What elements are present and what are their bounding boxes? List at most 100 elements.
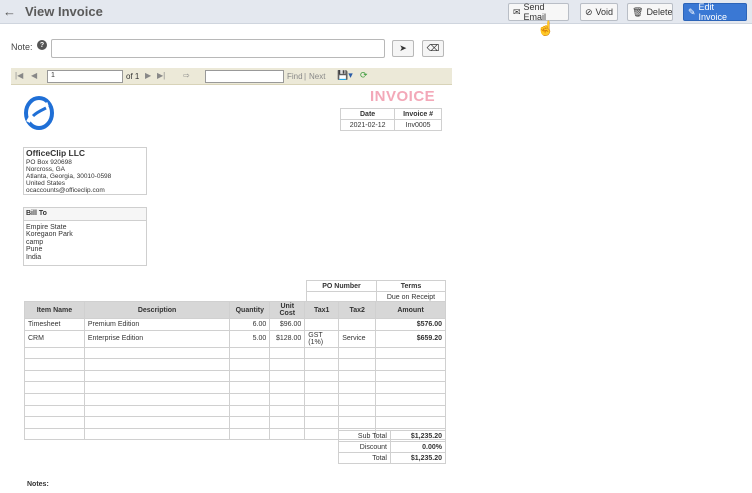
table-cell bbox=[269, 427, 306, 441]
page-number-input[interactable]: 1 bbox=[47, 70, 123, 83]
bill-to-line: Empire State bbox=[26, 223, 67, 231]
invoice-number: Inv0005 bbox=[394, 119, 442, 131]
note-input[interactable] bbox=[51, 39, 385, 58]
table-cell bbox=[269, 381, 306, 394]
last-page-icon[interactable]: ▶| bbox=[157, 71, 165, 80]
clear-note-button[interactable]: ⌫ bbox=[422, 40, 444, 57]
refresh-arrow-icon[interactable]: ⇨ bbox=[183, 71, 190, 80]
table-cell: Enterprise Edition bbox=[83, 329, 231, 348]
bill-to-box: Bill To Empire State Koregaon Park camp … bbox=[23, 207, 147, 266]
pencil-icon: ✎ bbox=[688, 6, 696, 17]
terms-label: Terms bbox=[376, 280, 446, 292]
total-label: Total bbox=[338, 452, 391, 464]
company-address-box: OfficeClip LLC PO Box 920698 Norcross, G… bbox=[23, 147, 147, 195]
block-icon: ⊘ bbox=[585, 6, 593, 17]
subtotal-label: Sub Total bbox=[338, 430, 391, 442]
company-line: ocaccounts@officeclip.com bbox=[26, 187, 105, 194]
table-cell bbox=[229, 416, 271, 429]
table-cell bbox=[304, 427, 340, 441]
table-cell bbox=[304, 381, 340, 394]
col-unit-cost: Unit Cost bbox=[269, 301, 306, 319]
table-cell bbox=[338, 346, 377, 360]
table-cell bbox=[304, 318, 340, 331]
table-cell bbox=[304, 392, 340, 406]
send-note-button[interactable]: ➤ bbox=[392, 40, 414, 57]
date-label: Date bbox=[339, 108, 396, 120]
table-cell bbox=[375, 346, 446, 360]
next-page-icon[interactable]: ▶ bbox=[145, 71, 151, 80]
table-cell bbox=[304, 416, 340, 429]
table-cell bbox=[269, 416, 306, 429]
first-page-icon[interactable]: |◀ bbox=[15, 71, 23, 80]
table-cell bbox=[375, 358, 446, 371]
back-arrow-icon[interactable]: ← bbox=[3, 4, 16, 19]
table-row-empty bbox=[24, 358, 446, 371]
total-value: $1,235.20 bbox=[389, 452, 447, 464]
table-cell bbox=[375, 381, 446, 394]
col-tax1: Tax1 bbox=[304, 301, 340, 319]
table-cell: Timesheet bbox=[24, 318, 85, 331]
table-cell bbox=[269, 369, 306, 383]
invoice-number-label: Invoice # bbox=[394, 108, 442, 120]
table-cell bbox=[229, 404, 271, 418]
table-cell bbox=[229, 358, 271, 371]
invoice-heading: INVOICE bbox=[370, 88, 436, 105]
table-cell bbox=[338, 392, 377, 406]
find-input[interactable] bbox=[205, 70, 284, 83]
prev-page-icon[interactable]: ◀ bbox=[31, 71, 37, 80]
company-name: OfficeClip LLC bbox=[26, 148, 86, 158]
invoice-date: 2021-02-12 bbox=[339, 119, 396, 131]
export-icon[interactable]: 💾▾ bbox=[337, 70, 353, 81]
next-link[interactable]: Next bbox=[309, 72, 325, 81]
table-cell bbox=[24, 358, 85, 371]
table-cell bbox=[375, 404, 446, 418]
toolbar-separator: | bbox=[304, 72, 307, 81]
table-cell bbox=[338, 416, 377, 429]
line-items-table: Item Name Description Quantity Unit Cost… bbox=[24, 301, 446, 441]
bill-to-label: Bill To bbox=[24, 208, 146, 221]
find-link[interactable]: Find bbox=[287, 72, 303, 81]
table-cell: CRM bbox=[24, 329, 85, 348]
delete-button[interactable]: 🗑 Delete bbox=[627, 3, 673, 21]
trash-icon: 🗑 bbox=[632, 6, 644, 17]
bill-to-line: Pune bbox=[26, 246, 43, 253]
bill-to-line: camp bbox=[26, 238, 44, 246]
table-row-empty bbox=[24, 392, 446, 406]
table-cell: Service bbox=[338, 329, 377, 348]
table-cell: GST (1%) bbox=[304, 329, 340, 348]
help-icon[interactable]: ? bbox=[37, 40, 47, 50]
table-cell bbox=[304, 404, 340, 418]
table-cell bbox=[24, 346, 85, 360]
table-cell bbox=[229, 369, 271, 383]
table-cell bbox=[24, 404, 85, 418]
table-row-empty bbox=[24, 416, 446, 429]
table-cell: 6.00 bbox=[229, 318, 271, 331]
table-cell bbox=[304, 358, 340, 371]
page-count: of 1 bbox=[126, 72, 140, 81]
refresh-icon[interactable]: ⟳ bbox=[360, 70, 368, 81]
table-cell bbox=[24, 416, 85, 429]
table-cell bbox=[83, 416, 231, 429]
company-line: United States bbox=[26, 180, 66, 187]
invoice-date-table: Date Invoice # 2021-02-12 Inv0005 bbox=[339, 108, 442, 131]
table-cell bbox=[269, 392, 306, 406]
send-icon: ➤ bbox=[399, 43, 407, 53]
discount-label: Discount bbox=[338, 441, 391, 453]
table-cell: $659.20 bbox=[375, 329, 446, 348]
col-description: Description bbox=[83, 301, 231, 319]
table-cell bbox=[338, 358, 377, 371]
edit-invoice-button[interactable]: ✎ Edit Invoice bbox=[683, 2, 747, 22]
note-label: Note: bbox=[11, 42, 33, 52]
table-cell bbox=[375, 416, 446, 429]
subtotal-value: $1,235.20 bbox=[389, 430, 447, 442]
notes-label: Notes: bbox=[27, 481, 49, 488]
col-item-name: Item Name bbox=[24, 301, 85, 319]
send-email-button[interactable]: ✉ Send Email bbox=[508, 2, 569, 22]
totals-table: Sub Total $1,235.20 Discount 0.00% Total… bbox=[338, 430, 447, 464]
table-cell: $576.00 bbox=[375, 318, 446, 331]
table-cell bbox=[229, 427, 271, 441]
table-cell bbox=[304, 369, 340, 383]
void-button[interactable]: ⊘ Void bbox=[580, 3, 618, 21]
table-cell bbox=[338, 404, 377, 418]
table-cell bbox=[83, 381, 231, 394]
